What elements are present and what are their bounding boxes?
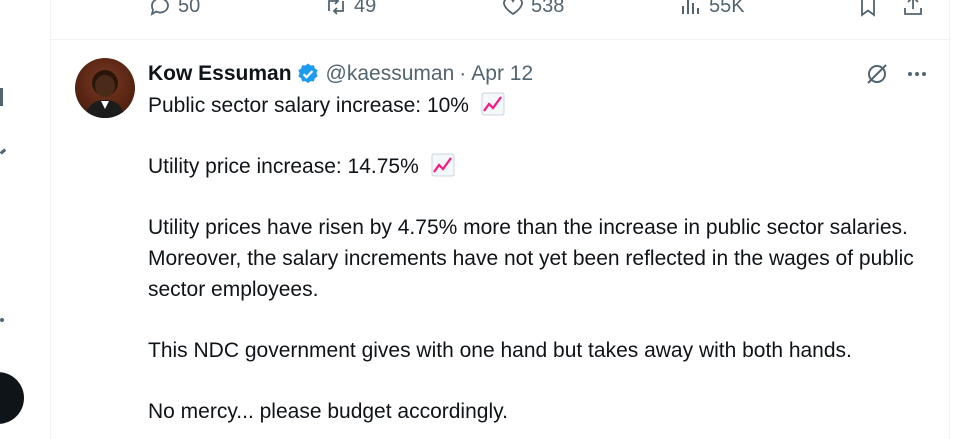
share-icon xyxy=(904,0,922,15)
tweet-line: No mercy... please budget accordingly. xyxy=(148,396,938,427)
heart-icon xyxy=(503,0,523,16)
chart-increasing-icon xyxy=(431,153,455,177)
avatar-photo xyxy=(85,70,125,118)
reply-button[interactable]: 50 xyxy=(148,0,200,18)
bookmark-icon xyxy=(861,0,875,17)
tweet-header-actions xyxy=(863,60,929,88)
x-timeline-page: 50 49 538 55K Kow Essuman @kaessuman · A… xyxy=(0,0,967,439)
reply-icon xyxy=(150,0,169,16)
repost-icon xyxy=(328,0,344,15)
previous-tweet-action-bar: 50 49 538 55K xyxy=(51,0,949,40)
views-button[interactable]: 55K xyxy=(679,0,745,18)
author-handle[interactable]: @kaessuman xyxy=(326,62,455,86)
reply-count: 50 xyxy=(178,0,201,17)
tweet-line: Public sector salary increase: 10% xyxy=(148,90,938,121)
nav-icon-fragment[interactable] xyxy=(0,318,4,322)
verified-badge-icon xyxy=(297,63,318,84)
tweet-content: Kow Essuman @kaessuman · Apr 12 Public s… xyxy=(148,58,929,439)
left-navigation xyxy=(0,0,50,439)
tweet-line: Utility price increase: 14.75% xyxy=(148,151,938,182)
chart-increasing-icon xyxy=(481,92,505,116)
author-name[interactable]: Kow Essuman xyxy=(148,62,292,86)
nav-icon-fragment[interactable] xyxy=(0,148,7,155)
repost-button[interactable]: 49 xyxy=(324,0,376,18)
separator-dot: · xyxy=(459,62,467,85)
tweet-line-text: Public sector salary increase: 10% xyxy=(148,94,469,117)
grok-icon[interactable] xyxy=(863,60,891,88)
timeline: 50 49 538 55K Kow Essuman @kaessuman · A… xyxy=(50,0,950,439)
like-button[interactable]: 538 xyxy=(501,0,564,18)
more-options-icon[interactable] xyxy=(905,62,929,86)
repost-count: 49 xyxy=(354,0,377,17)
bookmark-button[interactable] xyxy=(856,0,886,18)
tweet-date[interactable]: Apr 12 xyxy=(471,62,533,86)
tweet-line: This NDC government gives with one hand … xyxy=(148,335,938,366)
tweet-line: Utility prices have risen by 4.75% more … xyxy=(148,212,938,305)
avatar[interactable] xyxy=(75,58,135,118)
tweet-line-text: Utility prices have risen by 4.75% more … xyxy=(148,216,914,301)
views-icon xyxy=(682,0,699,14)
compose-post-button[interactable] xyxy=(0,372,24,424)
views-count: 55K xyxy=(709,0,745,17)
tweet-text: Public sector salary increase: 10% Utili… xyxy=(148,90,938,427)
nav-icon-fragment[interactable] xyxy=(0,88,3,106)
tweet[interactable]: Kow Essuman @kaessuman · Apr 12 Public s… xyxy=(51,40,949,439)
like-count: 538 xyxy=(531,0,565,17)
tweet-line-text: No mercy... please budget accordingly. xyxy=(148,400,508,423)
share-button[interactable] xyxy=(901,0,931,18)
tweet-line-text: Utility price increase: 14.75% xyxy=(148,155,419,178)
tweet-line-text: This NDC government gives with one hand … xyxy=(148,339,852,362)
tweet-header: Kow Essuman @kaessuman · Apr 12 xyxy=(148,58,929,90)
